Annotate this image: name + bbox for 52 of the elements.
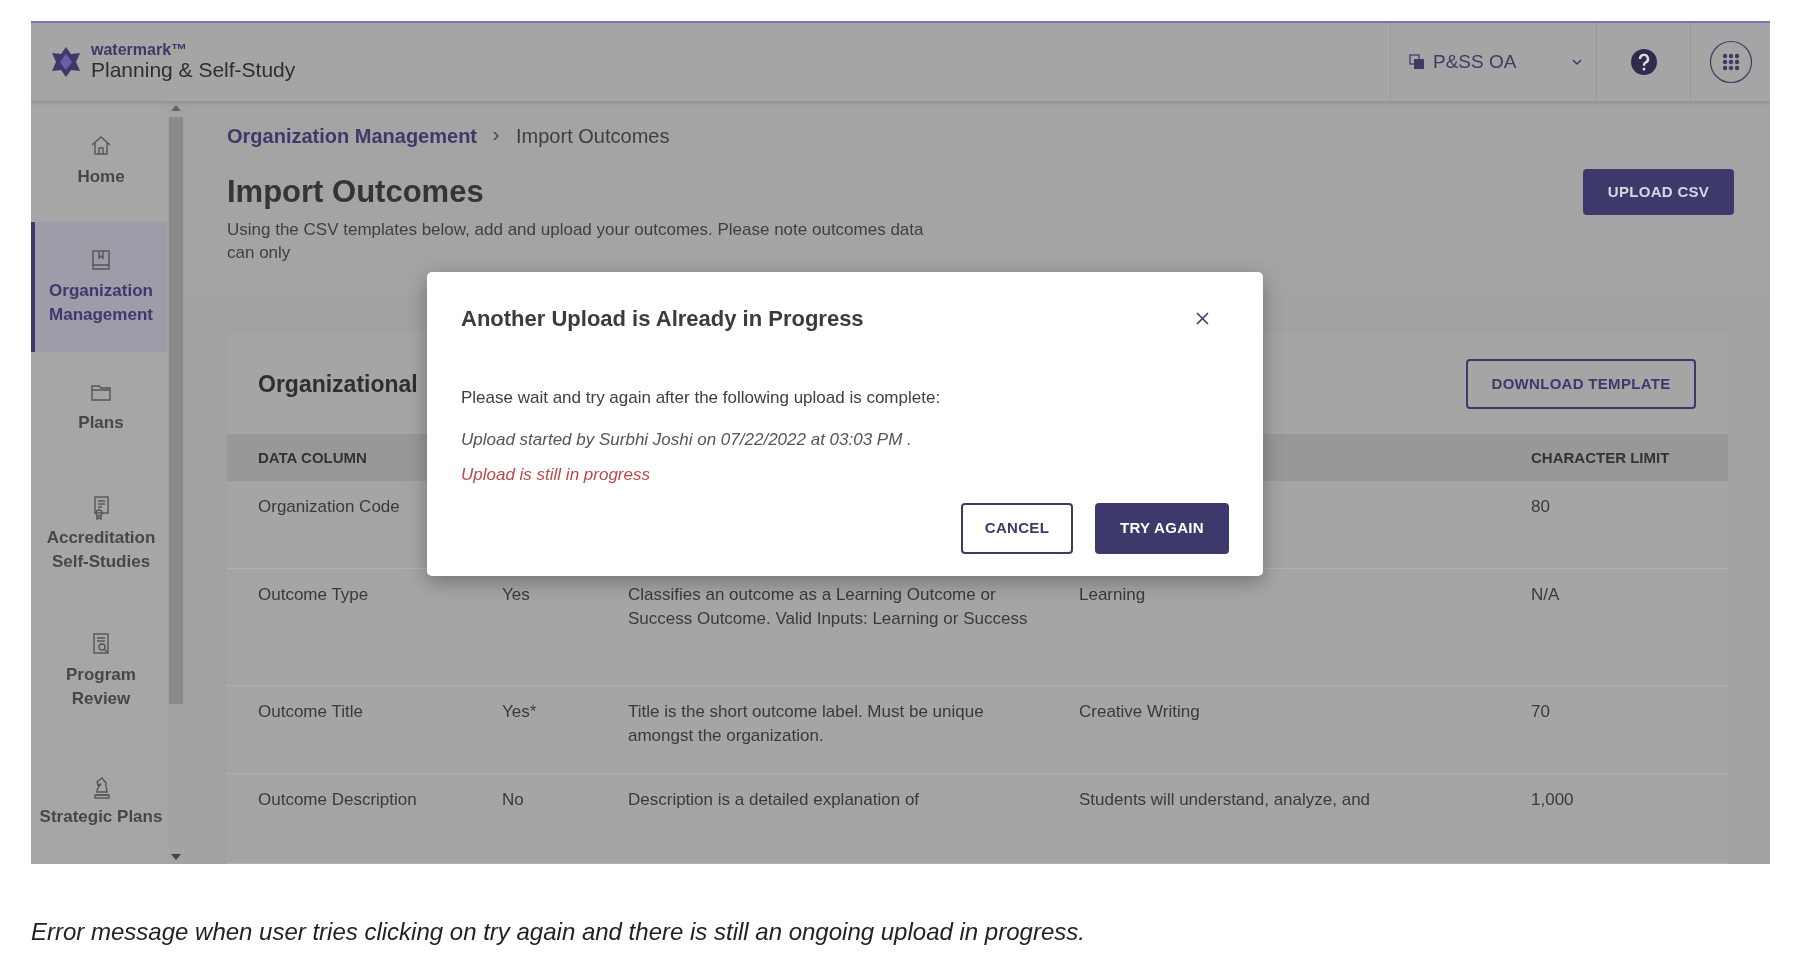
layers-icon xyxy=(1409,54,1425,70)
breadcrumb-link[interactable]: Organization Management xyxy=(227,123,478,149)
table-cell-text: Title is the short outcome label. Must be unique amongst the organization. xyxy=(628,701,985,747)
table-cell-text: Outcome Type xyxy=(258,584,370,606)
chevron-down-icon xyxy=(1572,58,1582,66)
dialog-message: Please wait and try again after the following upload is complete: xyxy=(461,387,942,409)
sidebar-item[interactable]: Strategic Plans xyxy=(31,737,167,864)
brand-subtitle: watermark™ xyxy=(91,42,189,58)
dialog-title: Another Upload is Already in Progress xyxy=(461,305,864,333)
try-again-button[interactable]: TRY AGAIN xyxy=(1095,503,1229,554)
scroll-up-icon[interactable] xyxy=(171,105,181,111)
app-grid-icon[interactable] xyxy=(1708,40,1753,84)
column-header: DATA COLUMN xyxy=(258,447,368,468)
table-cell-text: Yes xyxy=(502,584,531,606)
sidebar-item[interactable]: Home xyxy=(31,101,167,222)
table-cell-text: Outcome Title xyxy=(258,701,364,723)
scrollbar-thumb[interactable] xyxy=(169,117,183,704)
table-cell-text: Creative Writing xyxy=(1079,701,1201,723)
table-cell-text: Learning xyxy=(1079,584,1147,606)
chevron-right-icon xyxy=(493,131,501,141)
org-switcher[interactable]: P&SS OA xyxy=(1433,47,1517,77)
sidebar-item[interactable]: Plans xyxy=(31,352,167,463)
table-cell-text: Classifies an outcome as a Learning Outcome or Success Outcome. Valid Inputs: Learning or Success xyxy=(628,584,1029,630)
figure-caption: Error message when user tries clicking on try again and there is still an ongoing upload in progress. xyxy=(31,917,1086,947)
cancel-button[interactable]: CANCEL xyxy=(961,503,1073,554)
table-cell-text: No xyxy=(502,789,525,811)
scroll-down-icon[interactable] xyxy=(171,854,181,860)
table-cell-text: N/A xyxy=(1531,584,1561,606)
column-header: CHARACTER LIMIT xyxy=(1531,447,1671,468)
table-cell-text: 70 xyxy=(1531,701,1551,723)
upload-csv-button[interactable]: UPLOAD CSV xyxy=(1583,169,1734,216)
table-cell-text: 1,000 xyxy=(1531,789,1575,811)
sidebar-item[interactable]: Organization Management xyxy=(31,221,167,353)
table-cell-text: Students will understand, analyze, and xyxy=(1079,789,1372,811)
table-cell-text: Organization Code xyxy=(258,496,401,518)
page-description: Using the CSV templates below, add and upload your outcomes. Please note outcomes data can only xyxy=(227,218,925,264)
table-cell-text: Yes* xyxy=(502,701,538,723)
upload-info: Upload started by Surbhi Joshi on 07/22/2022 at 03:03 PM . xyxy=(461,428,913,451)
table-cell-text: 80 xyxy=(1531,496,1551,518)
sidebar-item[interactable]: Accreditation Self-Studies xyxy=(31,462,167,605)
breadcrumb-current: Import Outcomes xyxy=(516,124,670,149)
table-cell-text: Description is a detailed explanation of xyxy=(628,789,921,811)
download-template-button[interactable]: DOWNLOAD TEMPLATE xyxy=(1466,359,1696,409)
help-icon[interactable] xyxy=(1629,48,1658,76)
close-icon[interactable] xyxy=(1196,312,1209,325)
upload-status: Upload is still in progress xyxy=(461,464,651,486)
card-title: Organizational xyxy=(258,369,418,399)
sidebar-item[interactable]: Program Review xyxy=(31,604,167,738)
table-cell-text: Outcome Description xyxy=(258,789,418,811)
app-title: Planning & Self-Study xyxy=(91,58,296,82)
logo-icon xyxy=(49,45,83,79)
page-title: Import Outcomes xyxy=(227,173,484,211)
